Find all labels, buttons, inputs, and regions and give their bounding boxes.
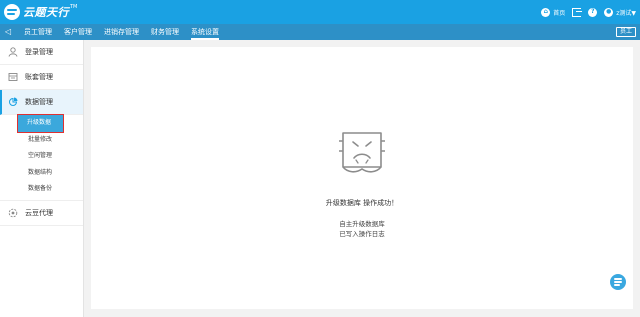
result-panel: 升级数据库 操作成功！ 自主升级数据库 已写入操作日志 — [91, 47, 633, 309]
sidebar-item-cloud-bean-agent[interactable]: 云豆代理 — [0, 201, 83, 226]
tab-inventory[interactable]: 进销存管理 — [104, 24, 139, 40]
chevron-left-icon[interactable]: ◁ — [5, 27, 11, 37]
home-link[interactable]: ⌂ 首页 — [541, 7, 566, 17]
user-icon — [8, 47, 18, 57]
logout-icon — [572, 7, 583, 17]
tab-system-settings[interactable]: 系统设置 — [191, 24, 219, 40]
logo-trademark: TM — [70, 4, 78, 10]
service-icon — [614, 278, 622, 286]
success-message: 升级数据库 操作成功！ — [325, 199, 399, 207]
cloud-bean-icon — [8, 208, 18, 218]
nav-tabs: 员工管理 客户管理 进销存管理 财务管理 系统设置 — [24, 24, 231, 40]
sidebar-item-label: 登录管理 — [25, 48, 53, 56]
logo[interactable]: 云题天行 TM — [4, 3, 77, 21]
submenu-upgrade-data[interactable]: 升级数据 — [17, 114, 64, 133]
submenu-idle-management[interactable]: 空闲管理 — [0, 148, 83, 165]
detail-line-1: 自主升级数据库 — [339, 220, 385, 228]
sidebar: 登录管理 账套管理 数据管理 升级数据 批量修改 空闲管理 数据结构 数据备份 … — [0, 40, 84, 317]
sidebar-item-data-management[interactable]: 数据管理 — [0, 90, 83, 115]
tab-finance[interactable]: 财务管理 — [151, 24, 179, 40]
help-button[interactable]: ? — [588, 7, 598, 17]
home-label: 首页 — [553, 9, 566, 17]
header-actions: ⌂ 首页 ? ● z测试▼ — [541, 0, 636, 24]
submenu-data-backup[interactable]: 数据备份 — [0, 181, 83, 198]
submenu-batch-edit[interactable]: 批量修改 — [0, 132, 83, 149]
user-menu[interactable]: ● z测试▼ — [604, 7, 636, 17]
document-illustration-icon — [334, 127, 390, 177]
detail-line-2: 已写入操作日志 — [339, 230, 385, 238]
help-icon: ? — [588, 7, 598, 17]
staff-badge[interactable]: 员工 — [615, 27, 636, 37]
sidebar-item-ledger-management[interactable]: 账套管理 — [0, 65, 83, 90]
tab-staff[interactable]: 员工管理 — [24, 24, 52, 40]
home-icon: ⌂ — [541, 7, 551, 17]
sidebar-item-login-management[interactable]: 登录管理 — [0, 40, 83, 65]
data-management-submenu: 升级数据 批量修改 空闲管理 数据结构 数据备份 — [0, 114, 83, 201]
pie-chart-icon — [8, 97, 18, 107]
logo-text: 云题天行 — [23, 6, 69, 19]
sidebar-item-label: 云豆代理 — [25, 208, 53, 217]
logo-icon — [4, 4, 20, 20]
main-nav: ◁ 员工管理 客户管理 进销存管理 财务管理 系统设置 员工 — [0, 24, 640, 40]
user-name: z测试▼ — [616, 9, 636, 17]
submenu-data-structure[interactable]: 数据结构 — [0, 165, 83, 182]
ledger-icon — [8, 72, 18, 82]
sidebar-item-label: 数据管理 — [25, 98, 53, 106]
service-button[interactable] — [610, 274, 626, 290]
sidebar-item-label: 账套管理 — [25, 73, 53, 81]
logout-button[interactable] — [572, 7, 583, 17]
top-header: 云题天行 TM ⌂ 首页 ? ● z测试▼ — [0, 0, 640, 24]
tab-customers[interactable]: 客户管理 — [64, 24, 92, 40]
user-icon: ● — [604, 7, 614, 17]
